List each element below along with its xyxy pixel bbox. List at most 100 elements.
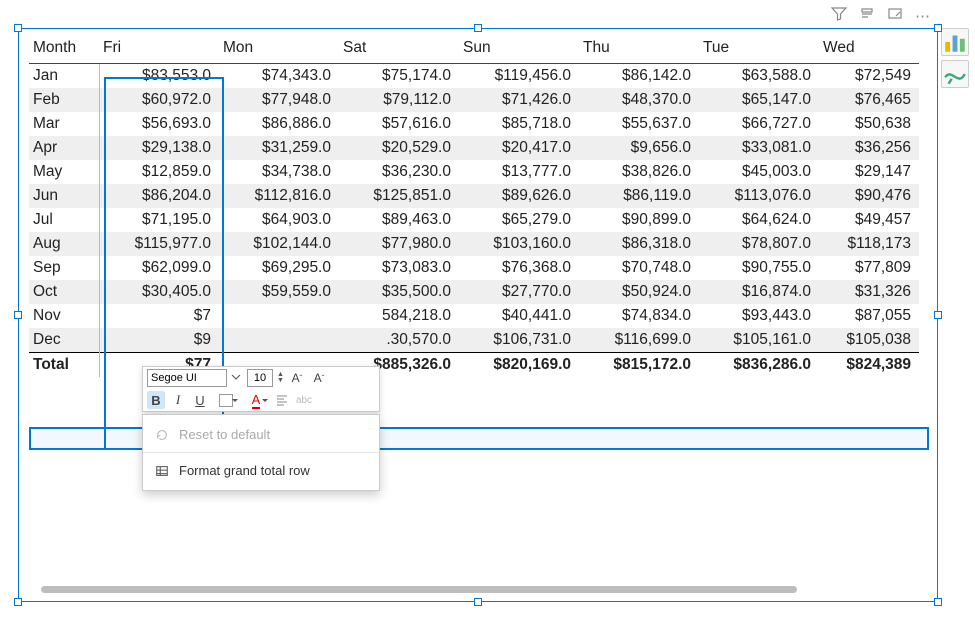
data-cell[interactable]: $86,886.0 — [219, 112, 339, 136]
data-cell[interactable]: $38,826.0 — [579, 160, 699, 184]
data-cell[interactable]: $89,626.0 — [459, 184, 579, 208]
data-cell[interactable]: $113,076.0 — [699, 184, 819, 208]
focus-icon[interactable] — [887, 6, 903, 26]
row-header[interactable]: May — [29, 160, 99, 184]
row-header[interactable]: Dec — [29, 328, 99, 353]
col-header[interactable]: Tue — [699, 33, 819, 64]
row-header[interactable]: Feb — [29, 88, 99, 112]
table-row[interactable]: Jan$83,553.0$74,343.0$75,174.0$119,456.0… — [29, 64, 919, 89]
column-header-row[interactable]: Month Fri Mon Sat Sun Thu Tue Wed — [29, 33, 919, 64]
data-cell[interactable]: $65,279.0 — [459, 208, 579, 232]
align-button[interactable] — [273, 391, 291, 409]
data-cell[interactable]: $9,656.0 — [579, 136, 699, 160]
data-cell[interactable]: $105,161.0 — [699, 328, 819, 353]
bold-button[interactable]: B — [147, 391, 165, 409]
resize-handle[interactable] — [14, 24, 22, 32]
data-cell[interactable]: 584,218.0 — [339, 304, 459, 328]
data-cell[interactable]: $64,903.0 — [219, 208, 339, 232]
data-cell[interactable]: $115,977.0 — [99, 232, 219, 256]
data-cell[interactable]: $74,343.0 — [219, 64, 339, 89]
data-cell[interactable]: $48,370.0 — [579, 88, 699, 112]
chevron-down-icon[interactable] — [231, 371, 243, 385]
row-header[interactable]: Aug — [29, 232, 99, 256]
font-color-button[interactable]: A — [243, 391, 269, 409]
data-cell[interactable]: $76,368.0 — [459, 256, 579, 280]
data-cell[interactable]: $78,807.0 — [699, 232, 819, 256]
data-cell[interactable]: $69,295.0 — [219, 256, 339, 280]
data-cell[interactable]: $103,160.0 — [459, 232, 579, 256]
data-cell[interactable]: $55,637.0 — [579, 112, 699, 136]
col-header[interactable]: Fri — [99, 33, 219, 64]
row-header[interactable]: Jan — [29, 64, 99, 89]
data-cell[interactable]: $20,529.0 — [339, 136, 459, 160]
resize-handle[interactable] — [934, 311, 942, 319]
data-cell[interactable]: $29,138.0 — [99, 136, 219, 160]
data-cell[interactable]: $89,463.0 — [339, 208, 459, 232]
horizontal-scrollbar[interactable] — [41, 586, 797, 593]
col-header[interactable]: Sun — [459, 33, 579, 64]
resize-handle[interactable] — [474, 24, 482, 32]
data-cell[interactable]: .30,570.0 — [339, 328, 459, 353]
total-cell[interactable]: $836,286.0 — [699, 353, 819, 378]
data-cell[interactable]: $93,443.0 — [699, 304, 819, 328]
data-cell[interactable]: $70,748.0 — [579, 256, 699, 280]
data-cell[interactable]: $75,174.0 — [339, 64, 459, 89]
data-cell[interactable]: $125,851.0 — [339, 184, 459, 208]
data-cell[interactable]: $29,147 — [819, 160, 919, 184]
data-cell[interactable]: $116,699.0 — [579, 328, 699, 353]
row-header[interactable]: Jun — [29, 184, 99, 208]
data-cell[interactable]: $90,755.0 — [699, 256, 819, 280]
data-cell[interactable]: $71,195.0 — [99, 208, 219, 232]
data-cell[interactable]: $105,038 — [819, 328, 919, 353]
total-cell[interactable]: $824,389 — [819, 353, 919, 378]
table-row[interactable]: Sep$62,099.0$69,295.0$73,083.0$76,368.0$… — [29, 256, 919, 280]
data-cell[interactable]: $12,859.0 — [99, 160, 219, 184]
row-header[interactable]: Sep — [29, 256, 99, 280]
table-row[interactable]: Feb$60,972.0$77,948.0$79,112.0$71,426.0$… — [29, 88, 919, 112]
data-cell[interactable]: $90,899.0 — [579, 208, 699, 232]
data-cell[interactable]: $86,119.0 — [579, 184, 699, 208]
row-header[interactable]: Apr — [29, 136, 99, 160]
filter-icon[interactable] — [831, 6, 847, 26]
col-header[interactable]: Thu — [579, 33, 699, 64]
data-cell[interactable]: $13,777.0 — [459, 160, 579, 184]
data-cell[interactable]: $79,112.0 — [339, 88, 459, 112]
table-row[interactable]: Jun$86,204.0$112,816.0$125,851.0$89,626.… — [29, 184, 919, 208]
data-cell[interactable] — [219, 328, 339, 353]
underline-button[interactable]: U — [191, 391, 209, 409]
table-row[interactable]: Dec$9 .30,570.0$106,731.0$116,699.0$105,1… — [29, 328, 919, 353]
data-cell[interactable]: $57,616.0 — [339, 112, 459, 136]
data-cell[interactable]: $40,441.0 — [459, 304, 579, 328]
data-cell[interactable]: $9 — [99, 328, 219, 353]
total-cell[interactable]: $815,172.0 — [579, 353, 699, 378]
data-cell[interactable]: $102,144.0 — [219, 232, 339, 256]
data-cell[interactable]: $30,405.0 — [99, 280, 219, 304]
table-row[interactable]: Aug$115,977.0$102,144.0$77,980.0$103,160… — [29, 232, 919, 256]
data-cell[interactable]: $76,465 — [819, 88, 919, 112]
table-row[interactable]: Oct$30,405.0$59,559.0$35,500.0$27,770.0$… — [29, 280, 919, 304]
more-icon[interactable]: ⋯ — [915, 7, 931, 25]
col-header[interactable]: Sat — [339, 33, 459, 64]
increase-font-icon[interactable]: Aˆ — [288, 369, 306, 387]
matrix-visual[interactable]: Month Fri Mon Sat Sun Thu Tue Wed Jan$83… — [18, 28, 938, 602]
data-cell[interactable]: $106,731.0 — [459, 328, 579, 353]
data-cell[interactable]: $64,624.0 — [699, 208, 819, 232]
data-cell[interactable]: $35,500.0 — [339, 280, 459, 304]
data-cell[interactable]: $36,256 — [819, 136, 919, 160]
data-cell[interactable]: $86,204.0 — [99, 184, 219, 208]
col-header[interactable]: Wed — [819, 33, 919, 64]
format-icon[interactable] — [941, 60, 969, 88]
data-cell[interactable]: $112,816.0 — [219, 184, 339, 208]
data-cell[interactable]: $77,948.0 — [219, 88, 339, 112]
data-cell[interactable]: $72,549 — [819, 64, 919, 89]
font-family-input[interactable] — [147, 369, 227, 387]
table-row[interactable]: Jul$71,195.0$64,903.0$89,463.0$65,279.0$… — [29, 208, 919, 232]
col-header[interactable]: Mon — [219, 33, 339, 64]
data-cell[interactable]: $7 — [99, 304, 219, 328]
data-cell[interactable]: $20,417.0 — [459, 136, 579, 160]
resize-handle[interactable] — [474, 598, 482, 606]
data-cell[interactable]: $33,081.0 — [699, 136, 819, 160]
data-cell[interactable]: $56,693.0 — [99, 112, 219, 136]
data-cell[interactable]: $50,638 — [819, 112, 919, 136]
data-cell[interactable]: $45,003.0 — [699, 160, 819, 184]
